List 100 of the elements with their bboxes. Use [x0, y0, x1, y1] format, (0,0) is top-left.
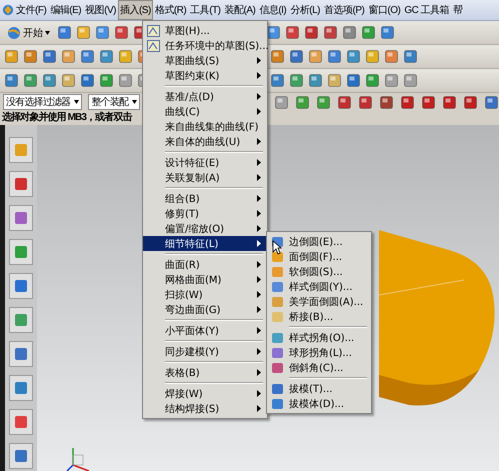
menu-item[interactable]: 基准/点(D) — [143, 89, 267, 104]
menu-item[interactable]: 小平面体(Y) — [143, 323, 267, 338]
tool-icon[interactable] — [118, 49, 133, 64]
tool-icon[interactable] — [270, 49, 285, 64]
menu-item[interactable]: 弯边曲面(G) — [143, 302, 267, 317]
tool-icon[interactable] — [118, 73, 133, 88]
tool-icon[interactable] — [327, 73, 342, 88]
tool-icon[interactable] — [384, 73, 399, 88]
tool-icon[interactable] — [442, 94, 457, 110]
tool-icon[interactable] — [285, 25, 300, 40]
tool-icon[interactable] — [114, 25, 129, 40]
menu-bar-item[interactable]: 信息(I) — [257, 0, 288, 20]
tool-icon[interactable] — [42, 73, 57, 88]
menu-item[interactable]: 同步建模(Y) — [143, 344, 267, 359]
tool-icon[interactable] — [323, 25, 338, 40]
menu-bar-item[interactable]: 窗口(O) — [366, 0, 402, 20]
menu-item[interactable]: 草图(H)... — [143, 23, 267, 38]
tool-icon[interactable] — [384, 49, 399, 64]
tool-icon[interactable] — [379, 94, 394, 110]
tool-icon[interactable] — [346, 73, 361, 88]
menu-bar-item[interactable]: 编辑(E) — [48, 0, 84, 20]
resource-tab[interactable] — [9, 307, 33, 333]
menu-item[interactable]: 表格(B) — [143, 365, 267, 380]
tool-icon[interactable] — [270, 73, 285, 88]
tool-icon[interactable] — [274, 94, 289, 110]
start-button[interactable]: 开始 — [4, 24, 53, 40]
menu-item[interactable]: 偏置/缩放(O) — [143, 221, 267, 236]
menu-item[interactable]: 结构焊接(S) — [143, 401, 267, 416]
tool-icon[interactable] — [308, 73, 323, 88]
tool-icon[interactable] — [295, 94, 310, 110]
menu-bar-item[interactable]: 格式(R) — [152, 0, 188, 20]
tool-icon[interactable] — [4, 49, 19, 64]
tool-icon[interactable] — [365, 49, 380, 64]
tool-icon[interactable] — [403, 73, 418, 88]
resource-tab[interactable] — [9, 171, 33, 197]
menu-item[interactable]: 拔模(T)... — [267, 381, 371, 396]
tool-icon[interactable] — [61, 49, 76, 64]
tool-icon[interactable] — [42, 49, 57, 64]
menu-item[interactable]: 样式倒圆(Y)... — [267, 279, 371, 294]
menu-item[interactable]: 桥接(B)... — [267, 309, 371, 324]
tool-icon[interactable] — [4, 73, 19, 88]
tool-icon[interactable] — [99, 73, 114, 88]
menu-item[interactable]: 扫掠(W) — [143, 287, 267, 302]
menu-bar-item[interactable]: 帮 — [451, 0, 465, 20]
tool-icon[interactable] — [57, 25, 72, 40]
menu-bar-item[interactable]: 文件(F) — [14, 0, 48, 20]
menu-bar-item[interactable]: 装配(A) — [222, 0, 258, 20]
tool-icon[interactable] — [95, 25, 110, 40]
tool-icon[interactable] — [421, 94, 436, 110]
tool-icon[interactable] — [342, 25, 357, 40]
menu-bar-item[interactable]: 首选项(P) — [322, 0, 366, 20]
tool-icon[interactable] — [308, 49, 323, 64]
resource-tab[interactable] — [9, 205, 33, 231]
menu-item[interactable]: 面倒圆(F)... — [267, 249, 371, 264]
menu-item[interactable]: 细节特征(L) — [143, 236, 267, 251]
menu-bar-item[interactable]: 分析(L) — [288, 0, 322, 20]
menu-bar-item[interactable]: 视图(V) — [83, 0, 118, 20]
menu-item[interactable]: 倒斜角(C)... — [267, 360, 371, 375]
menu-bar-item[interactable]: GC 工具箱 — [402, 0, 452, 20]
tool-icon[interactable] — [400, 94, 415, 110]
menu-item[interactable]: 网格曲面(M) — [143, 272, 267, 287]
menu-item[interactable]: 拔模体(D)... — [267, 396, 371, 411]
tool-icon[interactable] — [289, 73, 304, 88]
tool-icon[interactable] — [484, 94, 499, 110]
menu-item[interactable]: 焊接(W) — [143, 386, 267, 401]
menu-item[interactable]: 来自体的曲线(U) — [143, 134, 267, 149]
selection-filter-dropdown[interactable]: 没有选择过滤器 — [3, 94, 82, 110]
tool-icon[interactable] — [80, 49, 95, 64]
resource-tab[interactable] — [9, 273, 33, 299]
tool-icon[interactable] — [304, 25, 319, 40]
tool-icon[interactable] — [266, 25, 281, 40]
menu-item[interactable]: 草图约束(K) — [143, 68, 267, 83]
tool-icon[interactable] — [99, 49, 114, 64]
menu-item[interactable]: 修剪(T) — [143, 206, 267, 221]
tool-icon[interactable] — [337, 94, 352, 110]
tool-icon[interactable] — [76, 25, 91, 40]
menu-item[interactable]: 软倒圆(S)... — [267, 264, 371, 279]
menu-item[interactable]: 草图曲线(S) — [143, 53, 267, 68]
resource-tab[interactable] — [9, 341, 33, 367]
menu-item[interactable]: 球形拐角(L)... — [267, 345, 371, 360]
assembly-scope-dropdown[interactable]: 整个装配 — [88, 94, 140, 110]
tool-icon[interactable] — [346, 49, 361, 64]
menu-bar-item[interactable]: 插入(S) — [118, 0, 153, 20]
tool-icon[interactable] — [463, 94, 478, 110]
tool-icon[interactable] — [327, 49, 342, 64]
tool-icon[interactable] — [365, 73, 380, 88]
tool-icon[interactable] — [358, 94, 373, 110]
menu-item[interactable]: 设计特征(E) — [143, 155, 267, 170]
tool-icon[interactable] — [316, 94, 331, 110]
menu-bar-item[interactable]: 工具(T) — [188, 0, 222, 20]
menu-item[interactable]: 曲面(R) — [143, 257, 267, 272]
resource-tab[interactable] — [9, 409, 33, 435]
menu-item[interactable]: 样式拐角(O)... — [267, 330, 371, 345]
resource-tab[interactable] — [9, 443, 33, 469]
tool-icon[interactable] — [61, 73, 76, 88]
tool-icon[interactable] — [403, 49, 418, 64]
menu-item[interactable]: 任务环境中的草图(S)... — [143, 38, 267, 53]
tool-icon[interactable] — [289, 49, 304, 64]
tool-icon[interactable] — [23, 49, 38, 64]
resource-tab[interactable] — [9, 239, 33, 265]
